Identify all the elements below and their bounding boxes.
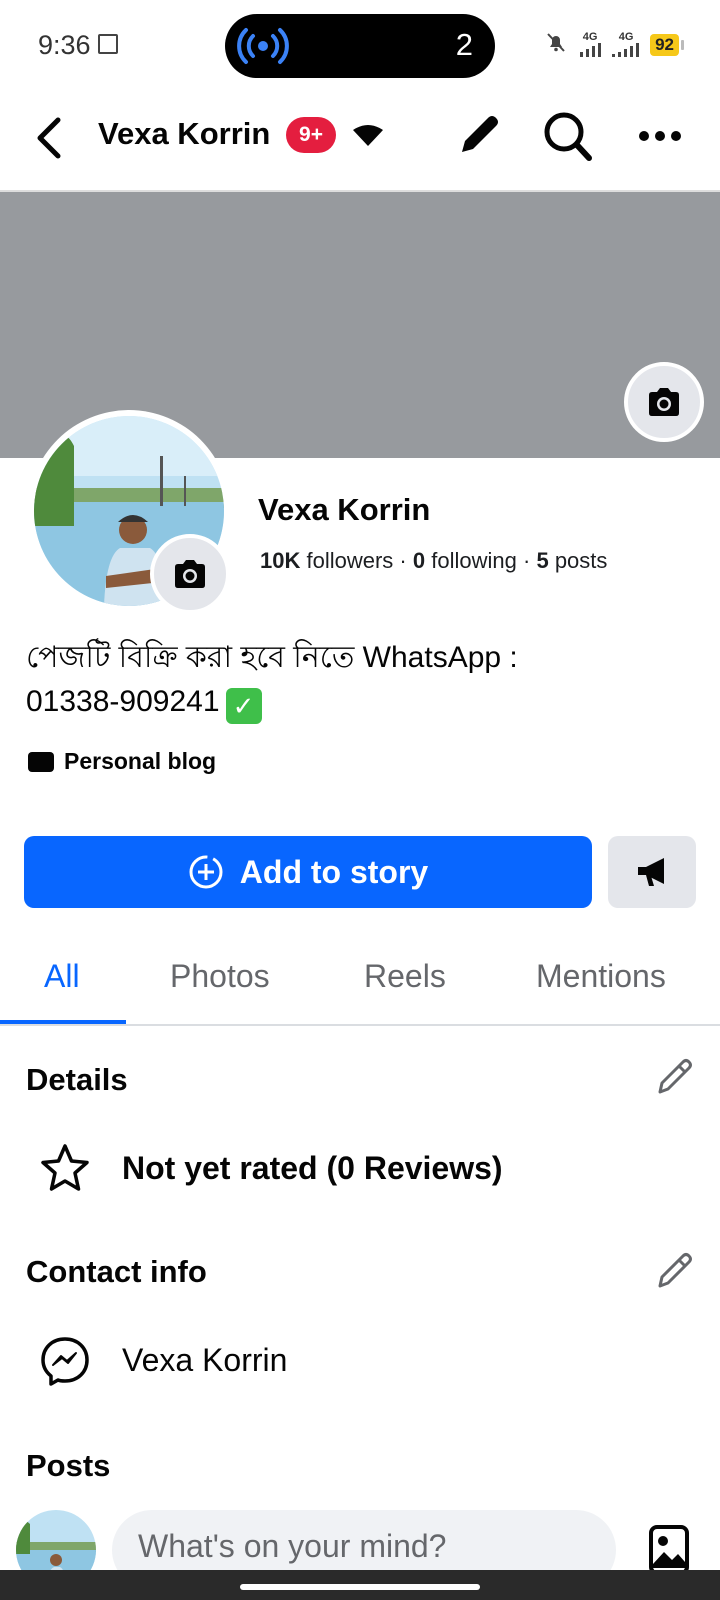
posts-title: Posts xyxy=(26,1448,111,1483)
category-label: Personal blog xyxy=(64,748,217,774)
messenger-contact[interactable]: Vexa Korrin xyxy=(122,1342,287,1379)
profile-name: Vexa Korrin xyxy=(258,492,431,527)
bio-line-1: পেজটি বিক্রি করা হবে নিতে WhatsApp : xyxy=(26,641,518,674)
status-bar: 9:36 2 4G 4G 92 xyxy=(0,0,720,92)
camera-icon xyxy=(175,560,205,588)
edit-contact-button[interactable] xyxy=(654,1250,696,1292)
mute-bell-icon xyxy=(544,30,568,59)
signal-bars-icon xyxy=(612,43,640,57)
page-category: Personal blog xyxy=(28,748,216,775)
following-count[interactable]: 0 xyxy=(413,548,425,573)
check-mark-icon: ✓ xyxy=(225,688,262,724)
broadcast-icon xyxy=(237,26,289,71)
switch-profile-dropdown[interactable] xyxy=(350,122,386,152)
back-arrow-icon xyxy=(37,117,61,159)
followers-count[interactable]: 10K xyxy=(260,548,300,573)
status-icons: 4G 4G 92 xyxy=(544,30,684,59)
add-photo-button[interactable] xyxy=(648,1524,690,1576)
followers-label[interactable]: followers xyxy=(306,548,393,573)
page-title[interactable]: Vexa Korrin xyxy=(98,116,270,152)
edit-details-button[interactable] xyxy=(654,1056,696,1098)
cast-count: 2 xyxy=(455,27,473,62)
top-app-bar: Vexa Korrin 9+ xyxy=(0,92,720,192)
dynamic-island[interactable]: 2 xyxy=(225,14,495,78)
search-icon xyxy=(544,112,592,161)
stats-separator: · xyxy=(399,548,407,573)
screenshot-icon xyxy=(98,34,118,54)
search-button[interactable] xyxy=(542,108,594,164)
caret-down-icon xyxy=(353,125,383,146)
battery-level: 92 xyxy=(650,33,679,56)
more-dots-icon xyxy=(639,131,681,141)
tab-all[interactable]: All xyxy=(44,958,80,995)
notification-badge[interactable]: 9+ xyxy=(286,117,336,153)
pencil-outline-icon xyxy=(658,1253,692,1288)
add-to-story-label: Add to story xyxy=(239,853,429,890)
signal-2: 4G xyxy=(612,32,640,57)
more-options-button[interactable] xyxy=(636,114,684,158)
following-label[interactable]: following xyxy=(431,548,517,573)
details-title: Details xyxy=(26,1062,128,1097)
tab-photos[interactable]: Photos xyxy=(170,958,270,995)
star-icon xyxy=(38,1142,92,1196)
stats-separator: · xyxy=(522,548,531,573)
active-tab-indicator xyxy=(0,1020,126,1024)
pencil-icon xyxy=(462,116,498,152)
status-time: 9:36 xyxy=(38,30,91,60)
photo-icon xyxy=(649,1525,689,1575)
rating-text: Not yet rated (0 Reviews) xyxy=(122,1150,503,1186)
profile-tabs: All Photos Reels Mentions xyxy=(0,940,720,1026)
messenger-icon xyxy=(38,1334,92,1388)
back-button[interactable] xyxy=(30,112,70,164)
contact-info-title: Contact info xyxy=(26,1254,207,1289)
posts-label: posts xyxy=(554,548,608,573)
tab-reels[interactable]: Reels xyxy=(364,958,446,995)
edit-profile-picture-button[interactable] xyxy=(150,534,230,614)
edit-cover-photo-button[interactable] xyxy=(624,362,704,442)
tab-mentions[interactable]: Mentions xyxy=(536,958,666,995)
megaphone-icon xyxy=(638,858,664,886)
promote-button[interactable] xyxy=(608,836,696,908)
profile-bio: পেজটি বিক্রি করা হবে নিতে WhatsApp : 013… xyxy=(26,636,686,724)
edit-button[interactable] xyxy=(452,110,504,162)
pencil-outline-icon xyxy=(658,1059,692,1094)
signal-1: 4G xyxy=(578,32,602,57)
add-to-story-button[interactable]: Add to story xyxy=(24,836,592,908)
add-circle-icon xyxy=(189,855,223,889)
profile-stats: 10K followers · 0 following · 5 posts xyxy=(260,548,607,574)
signal-bars-icon xyxy=(580,43,602,57)
battery-icon xyxy=(681,39,684,50)
posts-count: 5 xyxy=(536,548,549,573)
home-gesture-handle[interactable] xyxy=(240,1584,480,1590)
camera-icon xyxy=(649,388,679,416)
bio-line-2: 01338-909241 xyxy=(26,685,220,718)
category-icon xyxy=(28,751,54,772)
